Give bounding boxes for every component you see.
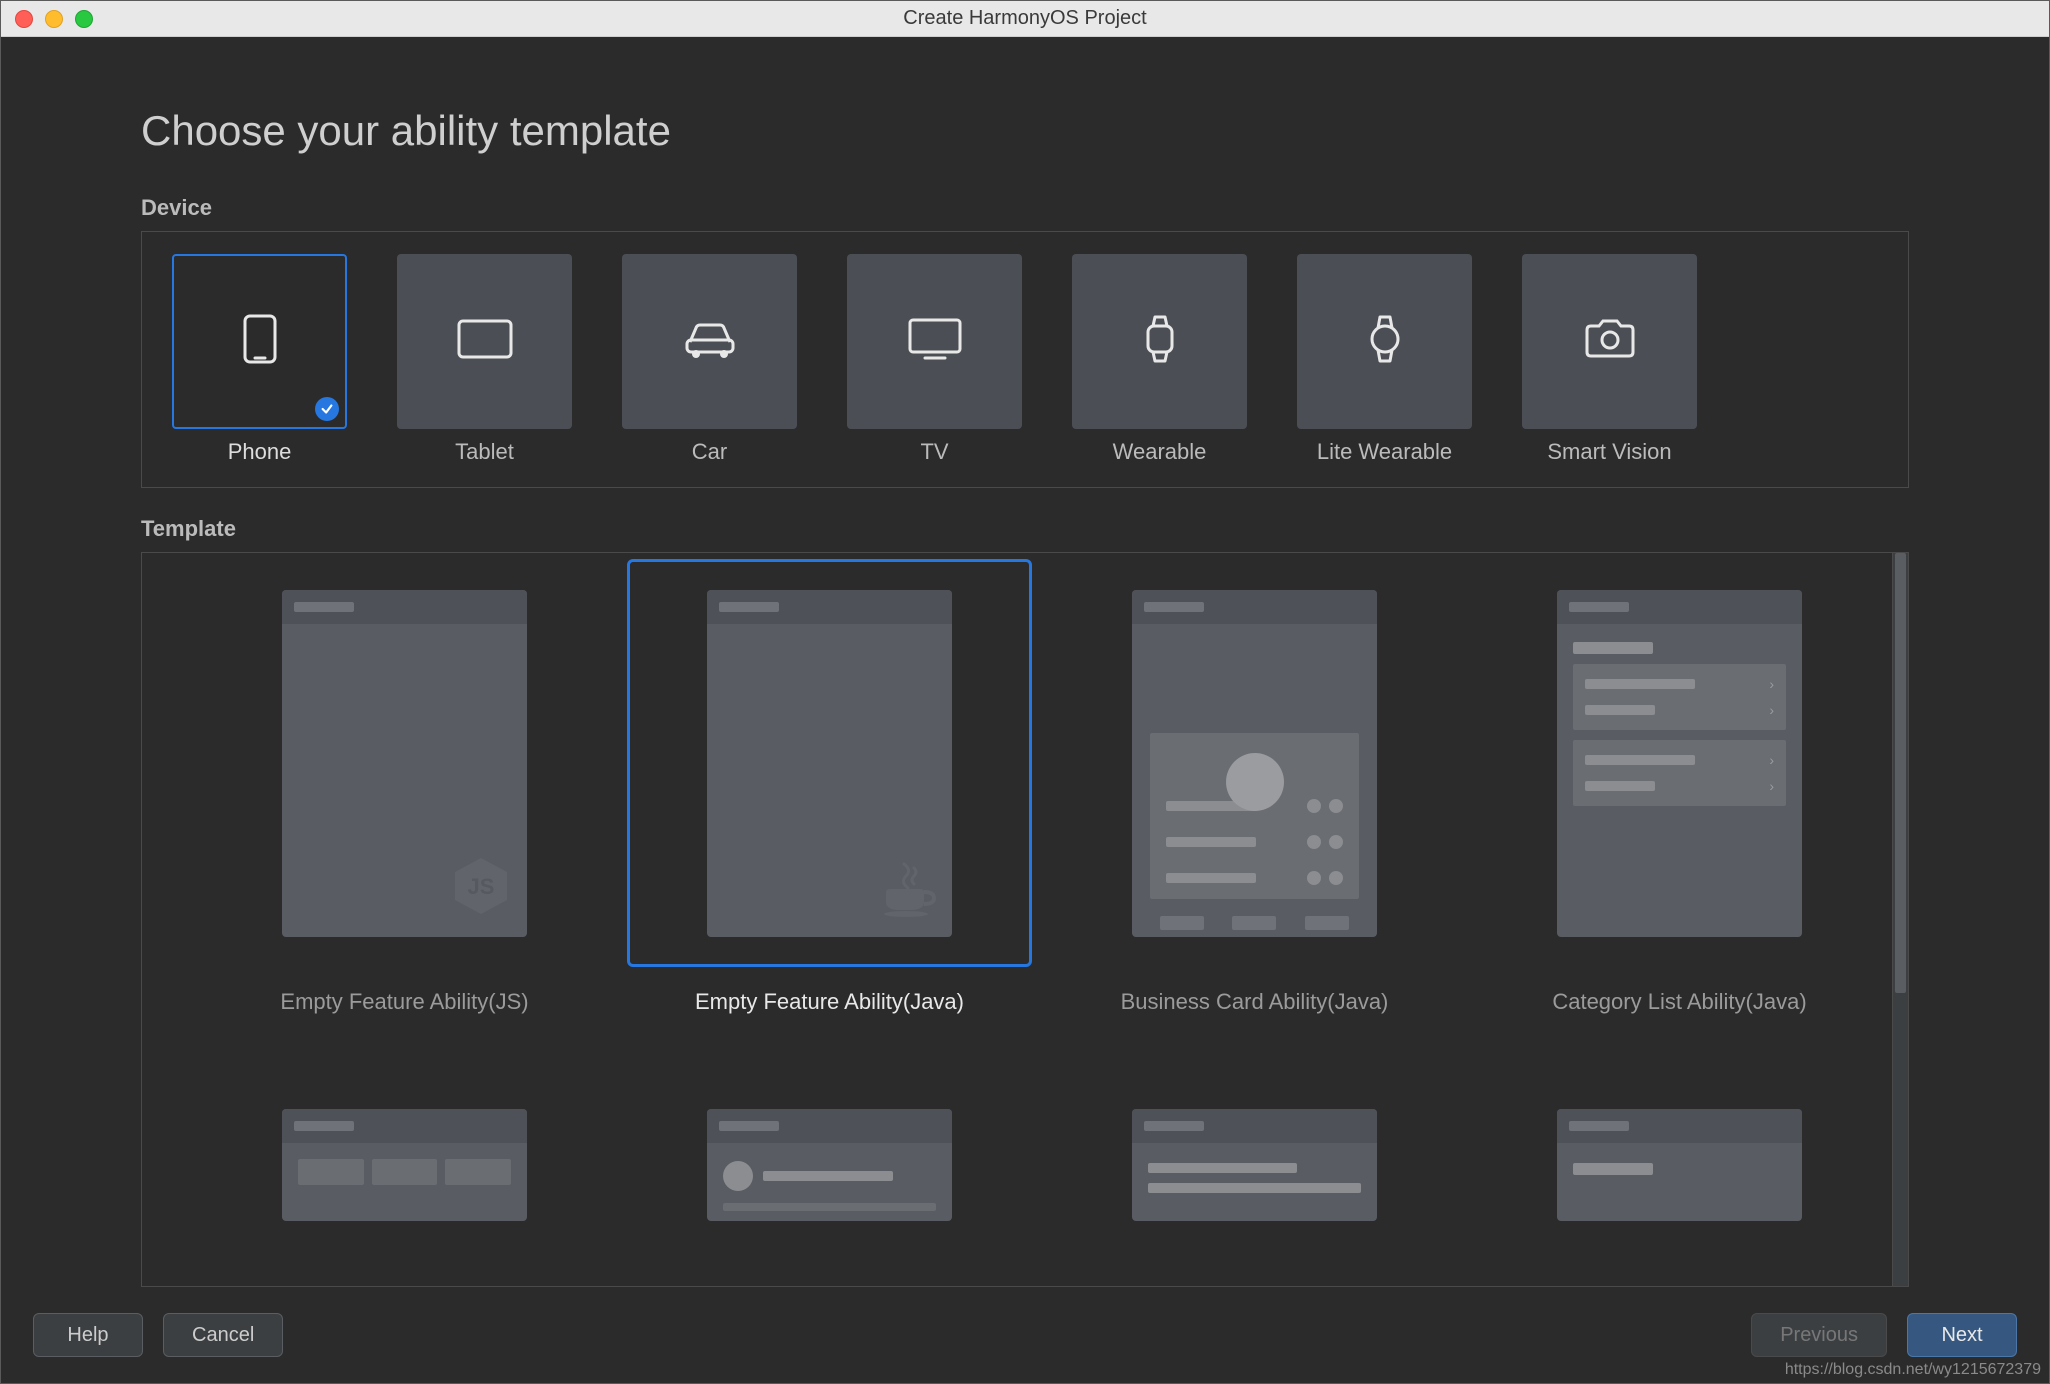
device-item-wearable[interactable]: Wearable	[1072, 254, 1247, 465]
close-icon[interactable]	[15, 10, 33, 28]
page-title: Choose your ability template	[141, 107, 1909, 155]
device-label: TV	[920, 439, 948, 465]
help-button[interactable]: Help	[33, 1313, 143, 1357]
lite-wearable-icon	[1367, 314, 1403, 369]
traffic-lights	[15, 10, 93, 28]
device-item-lite-wearable[interactable]: Lite Wearable	[1297, 254, 1472, 465]
watermark: https://blog.csdn.net/wy1215672379	[1785, 1361, 2041, 1379]
svg-text:JS: JS	[468, 874, 495, 899]
window-title: Create HarmonyOS Project	[15, 7, 2035, 30]
device-label: Lite Wearable	[1317, 439, 1452, 465]
js-badge-icon: JS	[449, 854, 513, 923]
template-thumbnail	[627, 559, 1032, 967]
minimize-icon[interactable]	[45, 10, 63, 28]
template-thumbnail	[202, 1106, 607, 1226]
next-button[interactable]: Next	[1907, 1313, 2017, 1357]
device-item-smart-vision[interactable]: Smart Vision	[1522, 254, 1697, 465]
device-label: Phone	[228, 439, 292, 465]
template-item-row2-c[interactable]	[1052, 1106, 1457, 1287]
template-thumbnail	[627, 1106, 1032, 1226]
car-icon	[682, 318, 738, 365]
template-item-row2-b[interactable]	[627, 1106, 1032, 1287]
device-item-tv[interactable]: TV	[847, 254, 1022, 465]
content-area: Choose your ability template Device Phon…	[1, 37, 2049, 1287]
template-item-empty-js[interactable]: JS Empty Feature Ability(JS)	[202, 559, 607, 1076]
device-label: Wearable	[1113, 439, 1207, 465]
phone-icon	[243, 314, 277, 369]
template-item-row2-a[interactable]	[202, 1106, 607, 1287]
device-label: Car	[692, 439, 727, 465]
device-panel: Phone Tablet Car TV Wear	[141, 231, 1909, 488]
java-badge-icon	[878, 862, 938, 923]
device-item-phone[interactable]: Phone	[172, 254, 347, 465]
device-icon-box	[172, 254, 347, 429]
previous-button: Previous	[1751, 1313, 1887, 1357]
template-section-label: Template	[141, 516, 1909, 542]
template-panel: JS Empty Feature Ability(JS) Empty Featu…	[141, 552, 1909, 1287]
template-label: Empty Feature Ability(JS)	[280, 989, 528, 1015]
template-grid: JS Empty Feature Ability(JS) Empty Featu…	[142, 553, 1892, 1286]
template-thumbnail	[1052, 1106, 1457, 1226]
device-icon-box	[847, 254, 1022, 429]
device-label: Tablet	[455, 439, 514, 465]
device-item-car[interactable]: Car	[622, 254, 797, 465]
tv-icon	[907, 317, 963, 366]
device-item-tablet[interactable]: Tablet	[397, 254, 572, 465]
device-section-label: Device	[141, 195, 1909, 221]
template-item-row2-d[interactable]	[1477, 1106, 1882, 1287]
template-thumbnail	[1477, 1106, 1882, 1226]
device-label: Smart Vision	[1547, 439, 1671, 465]
template-label: Category List Ability(Java)	[1552, 989, 1806, 1015]
template-item-category-list[interactable]: › › › › Category List Ability(Java)	[1477, 559, 1882, 1076]
template-thumbnail: › › › ›	[1477, 559, 1882, 967]
footer: Help Cancel Previous Next	[1, 1287, 2049, 1383]
wearable-icon	[1142, 314, 1178, 369]
device-icon-box	[1522, 254, 1697, 429]
template-thumbnail	[1052, 559, 1457, 967]
device-icon-box	[397, 254, 572, 429]
camera-icon	[1583, 318, 1637, 365]
fullscreen-icon[interactable]	[75, 10, 93, 28]
device-icon-box	[1297, 254, 1472, 429]
check-icon	[315, 397, 339, 421]
template-section: Template JS Empty Feature Ability(JS) Em…	[141, 516, 1909, 1287]
scrollbar[interactable]	[1892, 553, 1908, 1286]
template-label: Empty Feature Ability(Java)	[695, 989, 964, 1015]
template-label: Business Card Ability(Java)	[1121, 989, 1389, 1015]
device-icon-box	[622, 254, 797, 429]
template-item-business-card[interactable]: Business Card Ability(Java)	[1052, 559, 1457, 1076]
scrollbar-thumb[interactable]	[1895, 553, 1906, 993]
template-thumbnail: JS	[202, 559, 607, 967]
dialog-window: Create HarmonyOS Project Choose your abi…	[0, 0, 2050, 1384]
cancel-button[interactable]: Cancel	[163, 1313, 283, 1357]
tablet-icon	[457, 319, 513, 364]
template-item-empty-java[interactable]: Empty Feature Ability(Java)	[627, 559, 1032, 1076]
titlebar: Create HarmonyOS Project	[1, 1, 2049, 37]
device-icon-box	[1072, 254, 1247, 429]
